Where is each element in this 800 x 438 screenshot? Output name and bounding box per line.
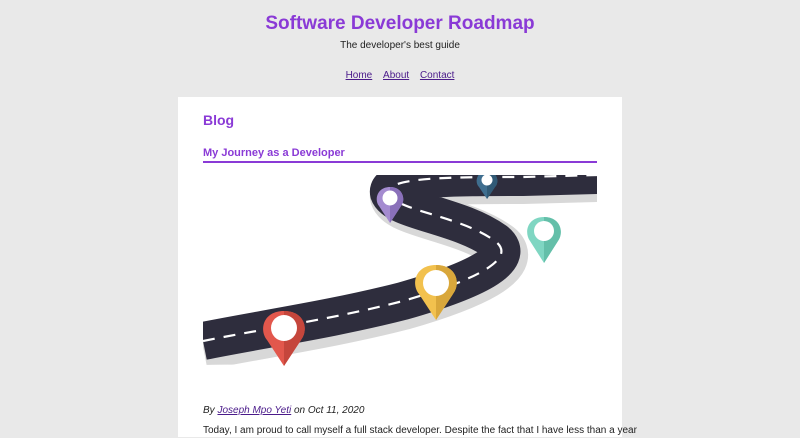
post-date: Oct 11, 2020 xyxy=(307,405,365,416)
post-excerpt: Today, I am proud to call myself a full … xyxy=(203,425,637,436)
post-title[interactable]: My Journey as a Developer xyxy=(203,146,597,163)
content-card: Blog My Journey as a Developer By Joseph… xyxy=(178,97,637,438)
nav-link-contact[interactable]: Contact xyxy=(420,70,454,81)
nav-link-about[interactable]: About xyxy=(383,70,409,81)
roadmap-illustration xyxy=(203,175,597,396)
author-link[interactable]: Joseph Mpo Yeti xyxy=(217,405,291,416)
date-prefix: on xyxy=(294,405,306,416)
site-title: Software Developer Roadmap xyxy=(265,13,535,34)
site-tagline: The developer's best guide xyxy=(340,40,460,51)
site-header: Software Developer Roadmap The developer… xyxy=(0,0,800,53)
nav-link-home[interactable]: Home xyxy=(346,70,373,81)
map-pin-icon-teal xyxy=(527,217,561,263)
blog-post: My Journey as a Developer By Joseph Mpo … xyxy=(203,146,637,438)
main-nav: Home About Contact xyxy=(0,69,800,83)
section-heading: Blog xyxy=(203,112,235,128)
byline-prefix: By xyxy=(203,405,215,416)
post-byline: By Joseph Mpo Yeti on Oct 11, 2020 xyxy=(203,404,597,418)
